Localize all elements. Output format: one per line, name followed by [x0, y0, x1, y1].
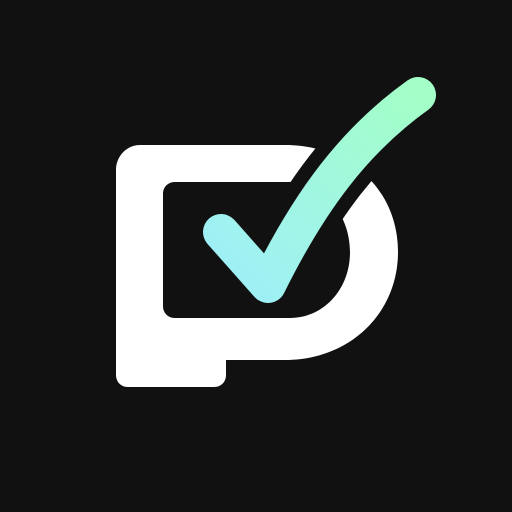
- app-icon-canvas: [0, 0, 512, 512]
- app-logo: [116, 63, 450, 387]
